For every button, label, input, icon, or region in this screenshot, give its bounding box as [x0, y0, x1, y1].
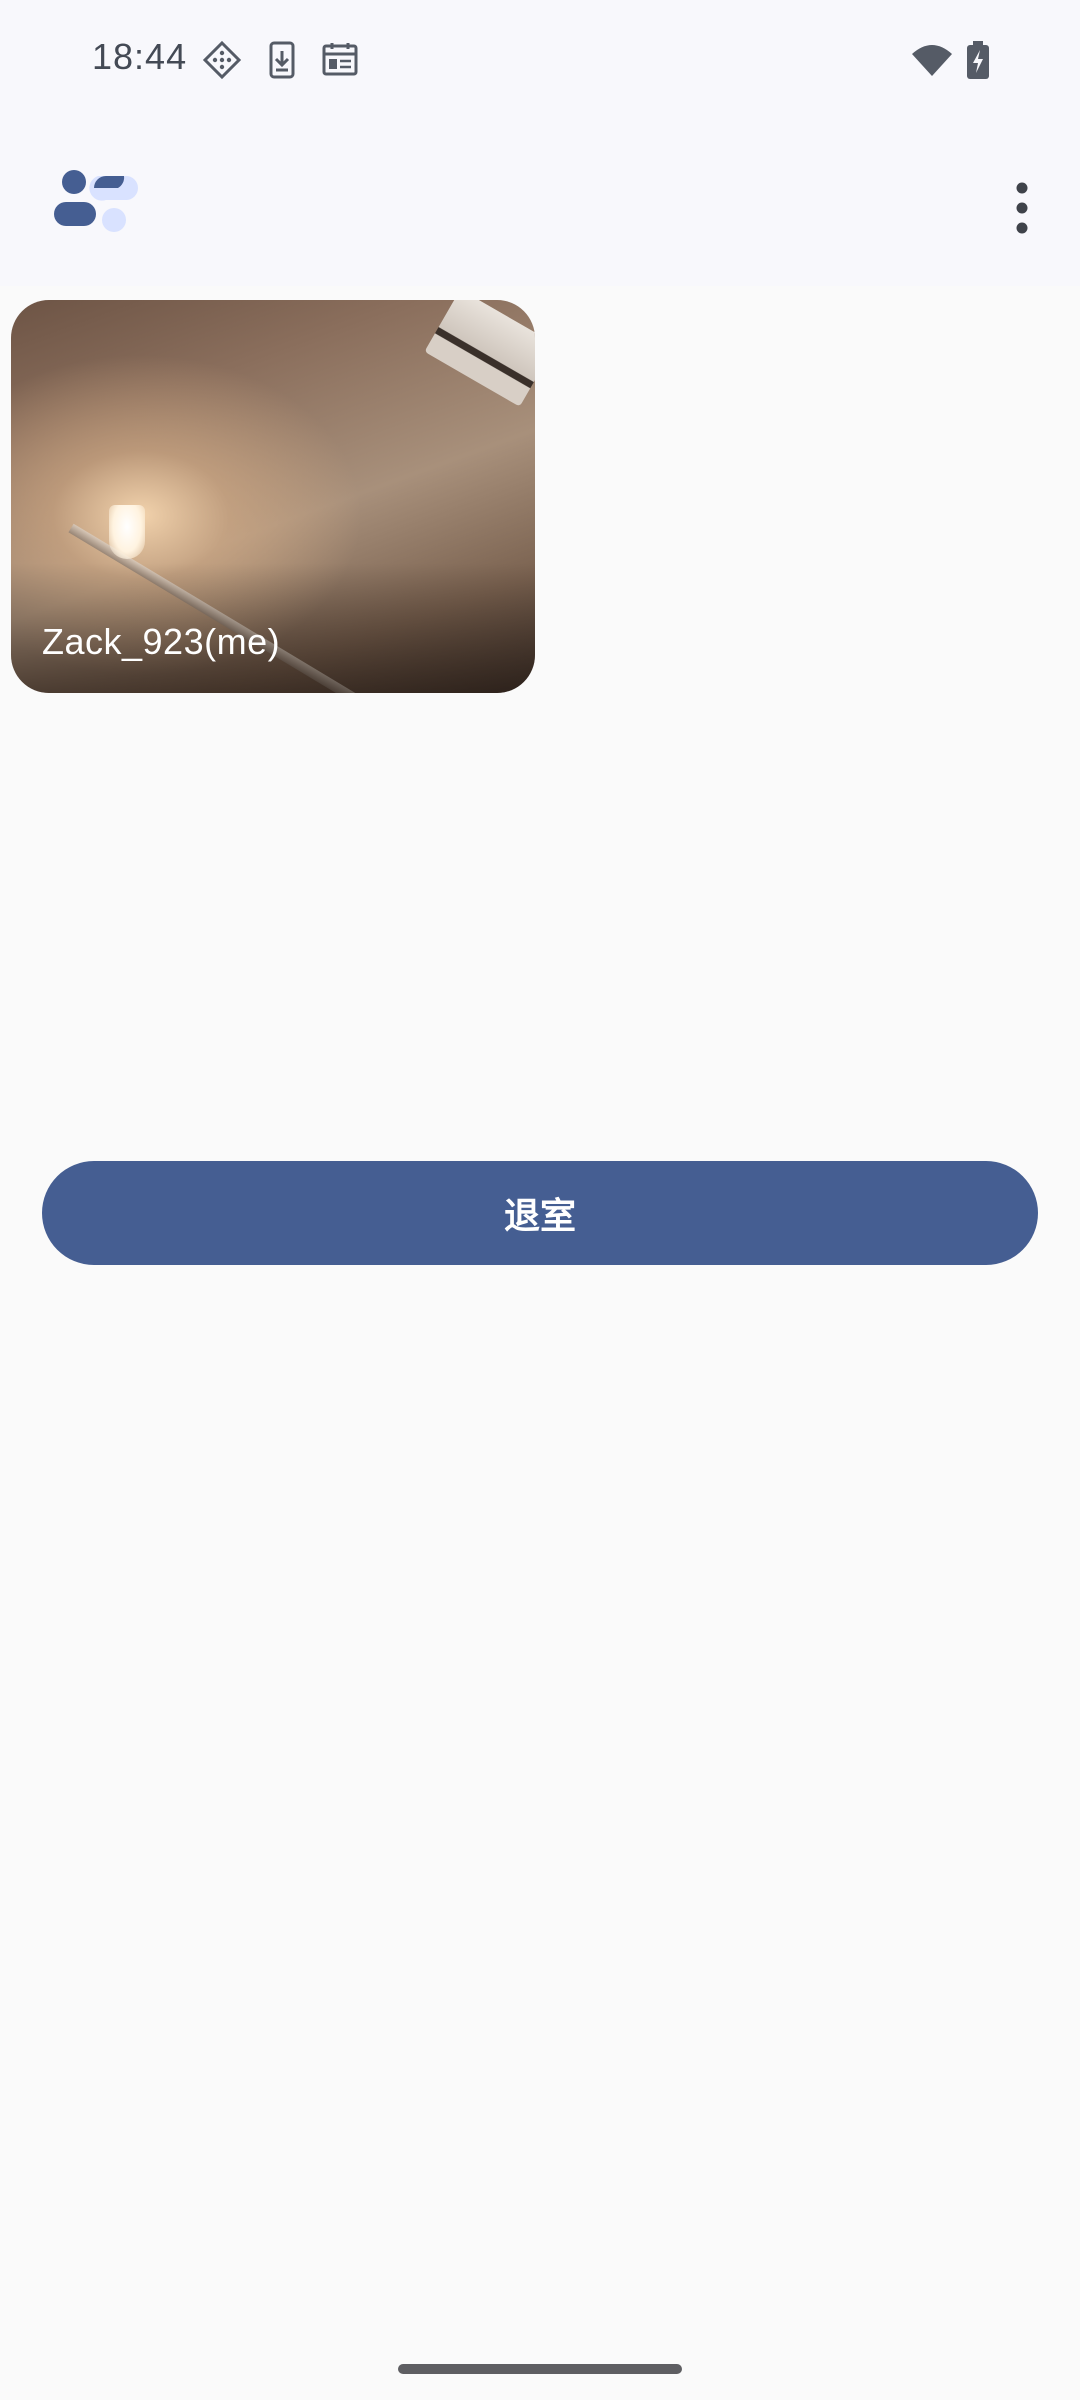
battery-charging-icon	[967, 41, 989, 79]
download-icon	[269, 41, 295, 79]
app-bar	[0, 124, 1080, 286]
more-vert-icon[interactable]	[1004, 178, 1040, 238]
status-bar: 18:44	[0, 0, 1080, 124]
game-controller-icon	[202, 40, 242, 80]
participant-name: Zack_923(me)	[42, 621, 281, 662]
leave-room-button[interactable]: 退室	[42, 1161, 1038, 1265]
status-time: 18:44	[92, 36, 188, 77]
calendar-icon	[322, 43, 358, 76]
camera-feed-vent	[424, 300, 535, 407]
wifi-icon	[912, 45, 952, 76]
gesture-nav-bar[interactable]	[398, 2364, 682, 2374]
camera-feed-light	[109, 505, 145, 559]
app-logo-icon	[54, 170, 138, 232]
participant-video-tile[interactable]: Zack_923(me)	[11, 300, 535, 693]
